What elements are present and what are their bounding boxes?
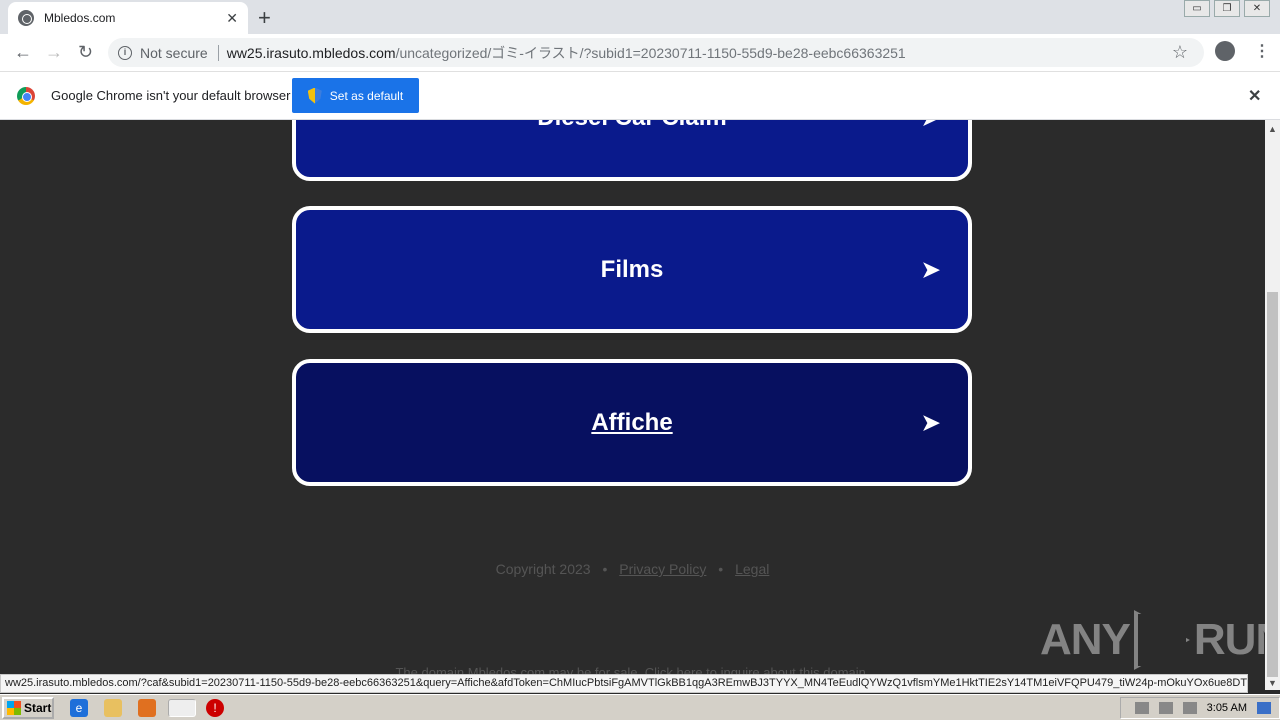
anyrun-watermark: ANY RUN (1040, 610, 1265, 670)
internet-explorer-icon[interactable]: e (70, 699, 88, 717)
chrome-logo-icon (17, 87, 35, 105)
arrow-icon: ➤ (921, 256, 940, 282)
window-close-button[interactable]: ✕ (1244, 0, 1270, 17)
scroll-thumb[interactable] (1267, 292, 1278, 677)
restore-button[interactable]: ❐ (1214, 0, 1240, 17)
browser-toolbar: ← → ↻ i Not secure ww25.irasuto.mbledos.… (0, 34, 1280, 72)
url-host: ww25.irasuto.mbledos.com (226, 44, 396, 61)
stop-icon[interactable]: ! (206, 699, 224, 717)
infobar-close-icon[interactable]: ✕ (1248, 86, 1261, 106)
arrow-icon: ➤ (922, 120, 940, 131)
set-as-default-label: Set as default (329, 88, 404, 103)
infobar-message: Google Chrome isn't your default browser (51, 88, 291, 103)
menu-dots-icon[interactable]: ⋮ (1254, 41, 1270, 61)
security-label: Not secure (140, 44, 208, 61)
arrow-icon: ➤ (921, 409, 940, 435)
tab-title: Mbledos.com (44, 11, 116, 25)
browser-titlebar: Mbledos.com ✕ + ▭ ❐ ✕ (0, 0, 1280, 34)
card-label: Affiche (591, 408, 673, 436)
profile-avatar-icon[interactable] (1215, 41, 1235, 61)
browser-tab[interactable]: Mbledos.com ✕ (8, 2, 248, 34)
privacy-policy-link[interactable]: Privacy Policy (619, 561, 706, 577)
window-controls: ▭ ❐ ✕ (1184, 0, 1270, 17)
page-footer: Copyright 2023 • Privacy Policy • Legal (0, 561, 1265, 577)
folder-icon[interactable] (104, 699, 122, 717)
minimize-button[interactable]: ▭ (1184, 0, 1210, 17)
forward-arrow-icon[interactable]: → (45, 42, 63, 63)
show-desktop-icon[interactable] (1257, 702, 1271, 714)
watermark-text-left: ANY (1040, 615, 1131, 664)
separator-dot: • (602, 561, 608, 577)
media-player-icon[interactable] (138, 699, 156, 717)
back-arrow-icon[interactable]: ← (14, 42, 32, 63)
set-as-default-button[interactable]: Set as default (292, 78, 419, 113)
divider (217, 44, 219, 61)
flag-icon[interactable] (1182, 702, 1197, 714)
card-label: Films (600, 255, 664, 283)
link-card-films[interactable]: Films ➤ (292, 206, 972, 333)
network-icon[interactable] (1158, 702, 1173, 714)
info-icon[interactable]: i (118, 45, 132, 60)
page-content: Diesel Car Claim ➤ Films ➤ Affiche ➤ Cop… (0, 120, 1265, 675)
vertical-scrollbar[interactable]: ▲ ▼ (1265, 120, 1280, 690)
default-browser-infobar: Google Chrome isn't your default browser… (0, 72, 1280, 120)
reload-icon[interactable]: ↻ (78, 42, 93, 63)
legal-link[interactable]: Legal (735, 561, 769, 577)
bookmark-star-icon[interactable]: ☆ (1172, 42, 1188, 63)
system-tray: 3:05 AM (1120, 697, 1280, 719)
copyright-text: Copyright 2023 (495, 561, 591, 577)
separator-dot: • (718, 561, 724, 577)
link-card-affiche[interactable]: Affiche ➤ (292, 359, 972, 486)
speaker-icon[interactable] (1134, 702, 1149, 714)
new-tab-button[interactable]: + (258, 5, 271, 31)
start-button[interactable]: Start (2, 697, 54, 719)
address-bar[interactable]: i Not secure ww25.irasuto.mbledos.com /u… (108, 38, 1204, 67)
tab-close-icon[interactable]: ✕ (226, 10, 238, 27)
start-label: Start (24, 701, 52, 715)
globe-icon (18, 10, 34, 26)
clock: 3:05 AM (1206, 702, 1247, 714)
shield-icon (307, 87, 322, 104)
link-status-bar: ww25.irasuto.mbledos.com/?caf&subid1=202… (0, 674, 1248, 693)
url-path: /uncategorized/ゴミ-イラスト/?subid1=20230711-… (395, 44, 906, 61)
link-card-diesel[interactable]: Diesel Car Claim ➤ (292, 120, 972, 181)
play-icon (1133, 610, 1190, 670)
scroll-down-icon[interactable]: ▼ (1268, 678, 1277, 688)
windows-logo-icon (7, 701, 21, 715)
watermark-text-right: RUN (1193, 615, 1265, 664)
scroll-up-icon[interactable]: ▲ (1268, 124, 1277, 134)
card-label: Diesel Car Claim (537, 120, 726, 132)
chrome-taskbar-icon[interactable] (168, 699, 196, 717)
windows-taskbar: Start e ! 3:05 AM (0, 694, 1280, 720)
